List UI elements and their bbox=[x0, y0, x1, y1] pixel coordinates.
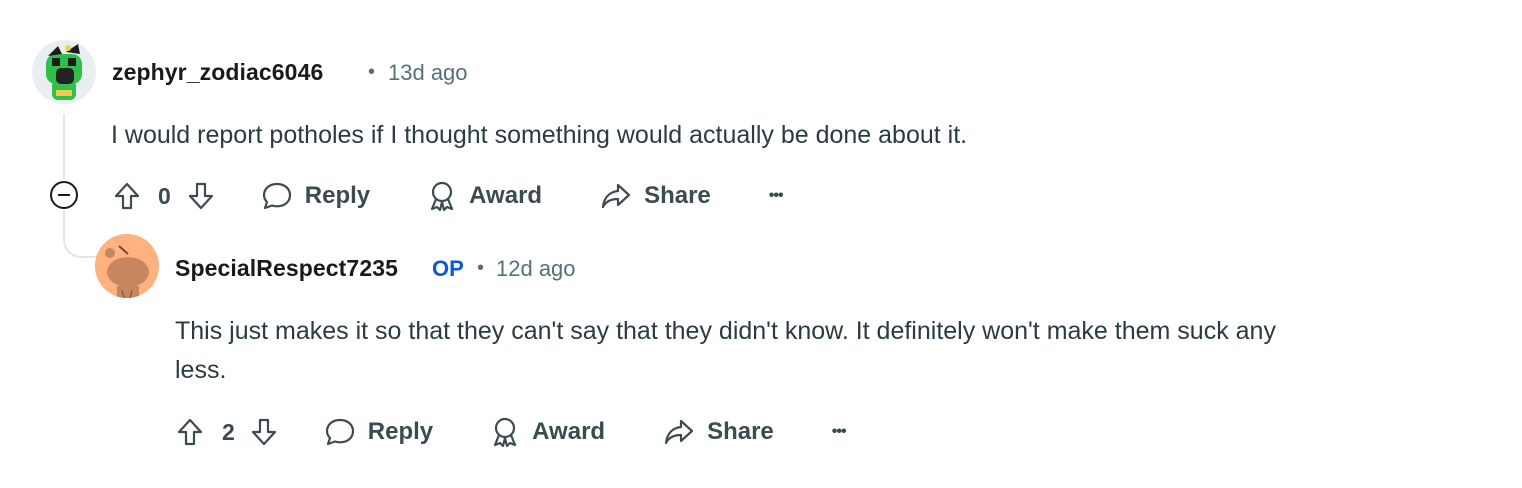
upvote-button[interactable] bbox=[174, 416, 206, 448]
collapse-thread-button[interactable] bbox=[50, 181, 78, 209]
comment-author[interactable]: zephyr_zodiac6046 bbox=[112, 59, 323, 86]
upvote-arrow-icon bbox=[114, 182, 140, 210]
downvote-arrow-icon bbox=[188, 182, 213, 210]
comment-body-line-1: This just makes it so that they can't sa… bbox=[175, 317, 1276, 345]
default-snoo-avatar-icon bbox=[95, 234, 159, 298]
award-ribbon-icon bbox=[494, 417, 517, 448]
reply-label: Reply bbox=[304, 182, 371, 209]
comment-timestamp[interactable]: 13d ago bbox=[388, 60, 468, 86]
vote-score: 2 bbox=[222, 418, 235, 445]
upvote-button[interactable] bbox=[111, 180, 143, 212]
upvote-arrow-icon bbox=[177, 418, 203, 446]
award-label: Award bbox=[532, 418, 606, 445]
downvote-button[interactable] bbox=[185, 180, 217, 212]
speech-bubble-icon bbox=[262, 182, 291, 210]
more-options-button[interactable]: ••• bbox=[831, 423, 847, 441]
comment-body-line-2: less. bbox=[175, 356, 227, 384]
op-badge: OP bbox=[432, 256, 464, 281]
reply-label: Reply bbox=[367, 418, 434, 445]
snoo-avatar-icon bbox=[32, 40, 96, 104]
share-button[interactable]: Share bbox=[600, 182, 711, 210]
user-avatar[interactable] bbox=[95, 234, 159, 298]
more-options-icon: ••• bbox=[768, 187, 784, 204]
user-avatar[interactable] bbox=[32, 40, 96, 104]
minus-icon bbox=[58, 194, 70, 196]
reply-button[interactable]: Reply bbox=[261, 181, 370, 211]
reply-button[interactable]: Reply bbox=[324, 417, 433, 447]
share-button[interactable]: Share bbox=[663, 418, 774, 446]
comment-author[interactable]: SpecialRespect7235 bbox=[175, 255, 398, 282]
comment-timestamp[interactable]: 12d ago bbox=[496, 256, 576, 282]
award-button[interactable]: Award bbox=[427, 180, 542, 212]
thread-line bbox=[63, 114, 65, 180]
downvote-button[interactable] bbox=[248, 416, 280, 448]
speech-bubble-icon bbox=[325, 418, 354, 446]
comment-body: I would report potholes if I thought som… bbox=[111, 121, 968, 149]
action-bar: 0 Reply Award Share ••• bbox=[111, 176, 784, 216]
award-button[interactable]: Award bbox=[490, 416, 605, 448]
share-arrow-icon bbox=[601, 183, 631, 209]
thread-branch bbox=[63, 210, 99, 258]
action-bar: 2 Reply Award Share ••• bbox=[174, 412, 847, 452]
meta-separator: • bbox=[477, 257, 485, 279]
more-options-button[interactable]: ••• bbox=[768, 187, 784, 205]
share-arrow-icon bbox=[664, 419, 694, 445]
downvote-arrow-icon bbox=[251, 418, 276, 446]
share-label: Share bbox=[707, 418, 774, 445]
award-label: Award bbox=[469, 182, 543, 209]
meta-separator: • bbox=[368, 61, 376, 83]
more-options-icon: ••• bbox=[831, 423, 847, 440]
award-ribbon-icon bbox=[431, 181, 454, 212]
vote-score: 0 bbox=[158, 182, 171, 209]
share-label: Share bbox=[644, 182, 711, 209]
